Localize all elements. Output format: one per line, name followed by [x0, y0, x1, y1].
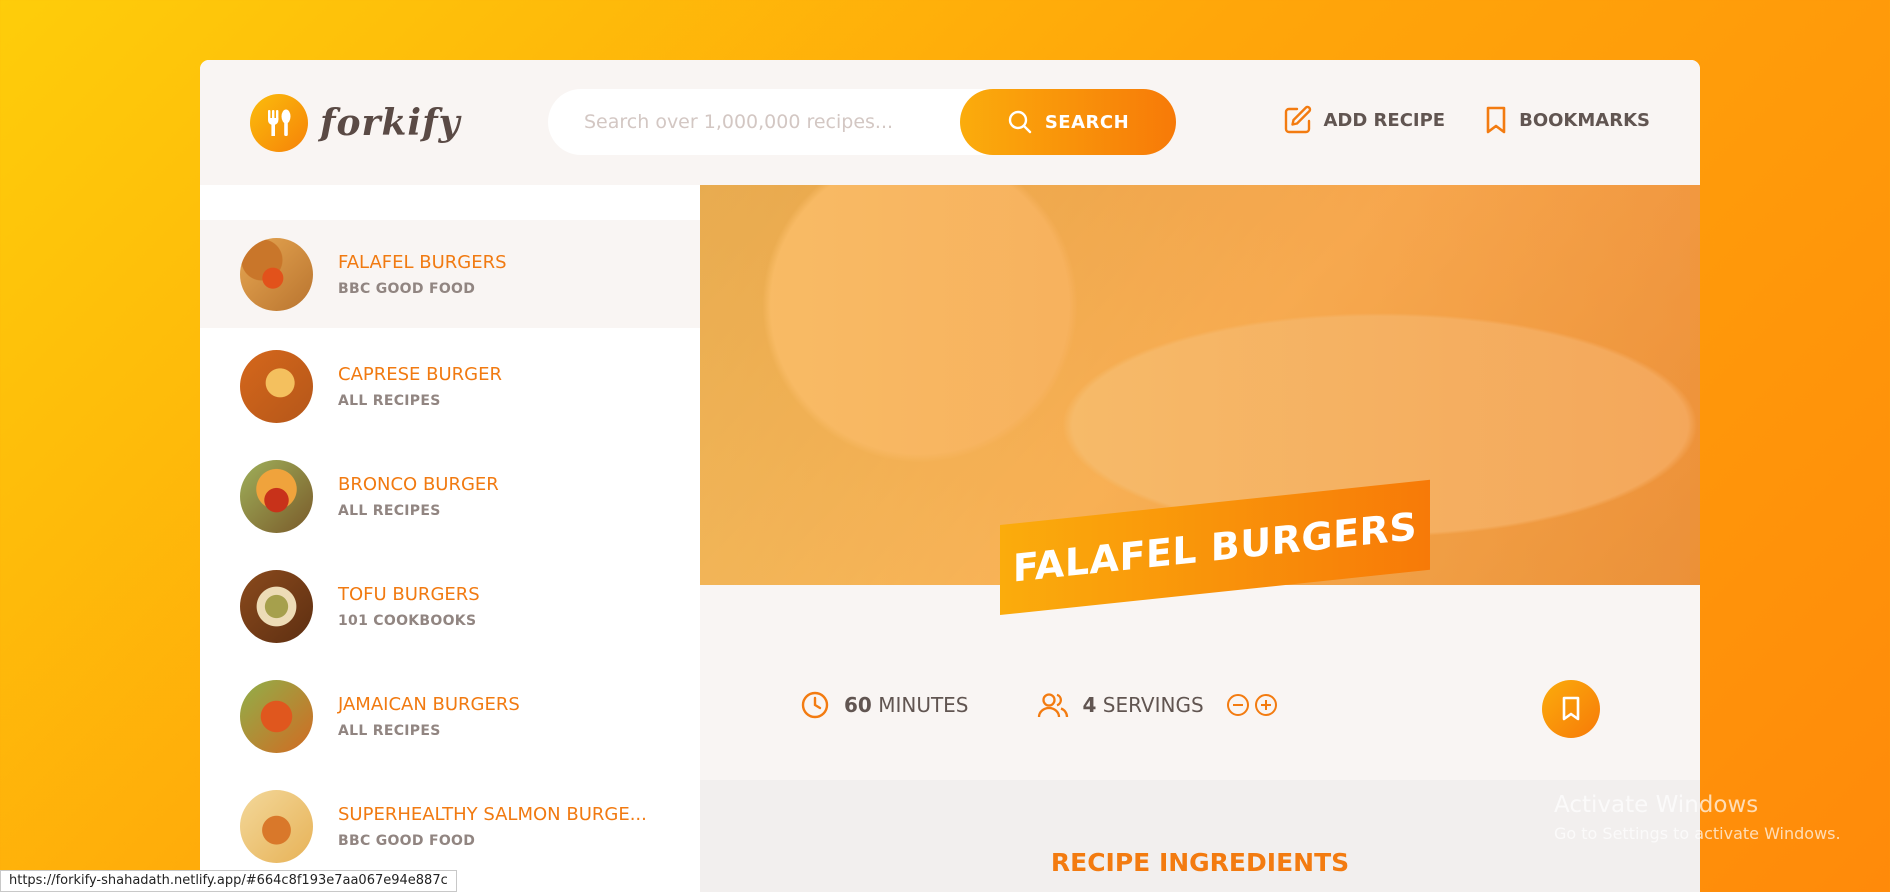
search-input[interactable] [548, 89, 958, 155]
result-title: TOFU BURGERS [338, 583, 480, 605]
recipe-details: 60 MINUTES 4 SERVINGS [800, 690, 1278, 720]
recipe-thumbnail [240, 789, 313, 863]
edit-icon [1285, 105, 1312, 134]
header: forkify SEARCH ADD RECIPE [200, 60, 1700, 185]
fork-spoon-icon [250, 93, 308, 152]
recipe-thumbnail [240, 459, 313, 533]
add-recipe-button[interactable]: ADD RECIPE [1283, 105, 1445, 135]
recipe-thumbnail [240, 349, 313, 423]
ingredients-heading: RECIPE INGREDIENTS [1050, 848, 1350, 877]
top-nav: ADD RECIPE BOOKMARKS [1283, 105, 1650, 135]
cooking-time-value: 60 [844, 693, 872, 717]
result-publisher: ALL RECIPES [338, 392, 441, 409]
bookmarks-button[interactable]: BOOKMARKS [1483, 105, 1650, 135]
result-item[interactable]: SUPERHEALTHY SALMON BURGE... BBC GOOD FO… [200, 772, 700, 880]
result-title: BRONCO BURGER [338, 473, 499, 495]
result-item[interactable]: CAPRESE BURGER ALL RECIPES [200, 332, 700, 440]
bookmarks-label: BOOKMARKS [1519, 109, 1650, 131]
recipe-ingredients-section: RECIPE INGREDIENTS [700, 780, 1700, 892]
clock-icon [801, 691, 829, 719]
recipe-thumbnail [240, 237, 313, 311]
result-item[interactable]: JAMAICAN BURGERS ALL RECIPES [200, 662, 700, 770]
recipe-view: FALAFEL BURGERS 60 MINUTES 4 SERVINGS RE… [700, 185, 1700, 892]
status-bar-url: https://forkify-shahadath.netlify.app/#6… [0, 870, 457, 892]
users-icon [1037, 693, 1068, 718]
result-publisher: BBC GOOD FOOD [338, 280, 476, 297]
cooking-time-label: MINUTES [878, 693, 969, 717]
logo-text: forkify [320, 101, 461, 144]
logo[interactable]: forkify [250, 93, 461, 152]
bookmark-recipe-button[interactable] [1542, 680, 1600, 738]
search-button-label: SEARCH [1044, 111, 1130, 133]
result-item[interactable]: FALAFEL BURGERS BBC GOOD FOOD [200, 220, 700, 328]
result-item[interactable]: BRONCO BURGER ALL RECIPES [200, 442, 700, 550]
result-publisher: ALL RECIPES [338, 502, 441, 519]
windows-activation-watermark: Activate Windows Go to Settings to activ… [1554, 792, 1841, 843]
result-publisher: 101 COOKBOOKS [338, 612, 477, 629]
app-container: forkify SEARCH ADD RECIPE [200, 60, 1700, 892]
bookmark-icon [1486, 106, 1506, 134]
result-title: CAPRESE BURGER [338, 363, 502, 385]
search-results-list: FALAFEL BURGERS BBC GOOD FOOD CAPRESE BU… [200, 185, 700, 892]
recipe-thumbnail [240, 679, 313, 753]
watermark-line-2: Go to Settings to activate Windows. [1554, 824, 1841, 843]
recipe-thumbnail [240, 569, 313, 643]
result-title: FALAFEL BURGERS [338, 251, 507, 273]
plus-circle-icon[interactable] [1254, 693, 1278, 717]
search-icon [1008, 110, 1032, 134]
minus-circle-icon[interactable] [1226, 693, 1250, 717]
result-item[interactable]: TOFU BURGERS 101 COOKBOOKS [200, 552, 700, 660]
result-title: JAMAICAN BURGERS [338, 693, 520, 715]
bookmark-icon [1562, 696, 1580, 721]
servings-value: 4 [1082, 693, 1097, 717]
add-recipe-label: ADD RECIPE [1323, 109, 1446, 131]
watermark-line-1: Activate Windows [1554, 792, 1759, 818]
result-publisher: ALL RECIPES [338, 722, 441, 739]
search-button[interactable]: SEARCH [960, 89, 1176, 155]
search-form: SEARCH [548, 89, 1176, 155]
servings-label: SERVINGS [1102, 693, 1204, 717]
result-publisher: BBC GOOD FOOD [338, 832, 476, 849]
result-title: SUPERHEALTHY SALMON BURGE... [338, 803, 647, 825]
